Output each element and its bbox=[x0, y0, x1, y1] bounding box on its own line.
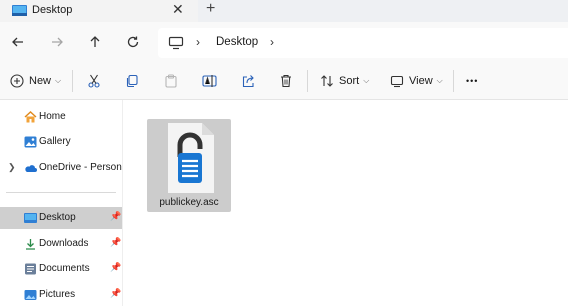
copy-button[interactable] bbox=[125, 71, 139, 91]
title-bar: Desktop ✕ + bbox=[0, 0, 568, 22]
forward-button[interactable] bbox=[47, 32, 67, 52]
home-icon bbox=[24, 111, 37, 123]
new-tab-button[interactable]: + bbox=[206, 0, 215, 18]
sidebar-item-label: Gallery bbox=[39, 136, 71, 147]
arrow-right-icon bbox=[52, 37, 63, 47]
file-view: publickey.asc bbox=[123, 100, 568, 306]
sort-label: Sort bbox=[339, 75, 360, 87]
desktop-folder-icon bbox=[12, 5, 27, 16]
chevron-right-icon[interactable]: › bbox=[196, 35, 200, 49]
file-name: publickey.asc bbox=[159, 197, 219, 208]
divider bbox=[307, 70, 308, 92]
pin-icon[interactable]: 📌 bbox=[110, 211, 121, 222]
navigation-pane: Home Gallery ❯ OneDrive - Persona Deskto… bbox=[0, 100, 123, 306]
scissors-icon bbox=[88, 74, 100, 88]
navigation-bar: › Desktop › bbox=[0, 22, 568, 62]
desktop-folder-icon bbox=[24, 213, 37, 223]
sidebar-item-onedrive[interactable]: ❯ OneDrive - Persona bbox=[0, 157, 122, 179]
paste-icon bbox=[165, 74, 177, 88]
arrow-up-icon bbox=[90, 36, 100, 47]
back-button[interactable] bbox=[8, 32, 28, 52]
command-bar: New ⌵ Sort ⌵ View ⌵ ••• bbox=[0, 62, 568, 100]
sort-button[interactable]: Sort ⌵ bbox=[320, 71, 369, 91]
pictures-icon bbox=[24, 290, 37, 300]
new-button[interactable]: New ⌵ bbox=[10, 71, 61, 91]
sidebar-divider bbox=[6, 192, 116, 193]
onedrive-icon bbox=[25, 165, 37, 172]
cut-button[interactable] bbox=[87, 71, 101, 91]
locked-document-icon bbox=[168, 123, 214, 193]
sidebar-item-pictures[interactable]: Pictures 📌 bbox=[0, 284, 122, 306]
sidebar-item-label: Documents bbox=[39, 263, 90, 274]
gallery-icon bbox=[24, 136, 37, 148]
pin-icon[interactable]: 📌 bbox=[110, 237, 121, 248]
view-label: View bbox=[409, 75, 433, 87]
arrow-left-icon bbox=[12, 37, 23, 47]
sidebar-item-gallery[interactable]: Gallery bbox=[0, 131, 122, 153]
rename-icon bbox=[202, 75, 217, 87]
sidebar-item-label: Desktop bbox=[39, 212, 76, 223]
divider bbox=[72, 70, 73, 92]
view-icon bbox=[390, 75, 404, 88]
sidebar-item-home[interactable]: Home bbox=[0, 106, 122, 128]
plus-circle-icon bbox=[10, 74, 24, 88]
sidebar-item-desktop[interactable]: Desktop 📌 bbox=[0, 207, 122, 229]
chevron-down-icon: ⌵ bbox=[363, 76, 370, 85]
chevron-right-icon[interactable]: ❯ bbox=[8, 162, 16, 173]
tab-title: Desktop bbox=[32, 4, 73, 16]
chevron-down-icon: ⌵ bbox=[55, 76, 62, 85]
chevron-right-icon[interactable]: › bbox=[270, 35, 274, 49]
breadcrumb-desktop[interactable]: Desktop bbox=[216, 36, 258, 48]
sort-icon bbox=[321, 75, 333, 87]
divider bbox=[453, 70, 454, 92]
share-button[interactable] bbox=[241, 71, 255, 91]
tab-desktop[interactable]: Desktop ✕ bbox=[0, 0, 198, 22]
share-icon bbox=[242, 75, 254, 88]
sidebar-item-label: Home bbox=[39, 111, 66, 122]
download-icon bbox=[26, 239, 35, 250]
computer-icon bbox=[168, 36, 184, 50]
pin-icon[interactable]: 📌 bbox=[110, 262, 121, 273]
sidebar-item-label: Downloads bbox=[39, 238, 89, 249]
more-icon: ••• bbox=[466, 76, 479, 86]
close-tab-button[interactable]: ✕ bbox=[172, 1, 184, 18]
sidebar-item-downloads[interactable]: Downloads 📌 bbox=[0, 233, 122, 255]
address-bar[interactable]: › Desktop › bbox=[158, 28, 568, 58]
sidebar-item-label: OneDrive - Persona bbox=[39, 162, 122, 173]
delete-button[interactable] bbox=[279, 71, 293, 91]
chevron-down-icon: ⌵ bbox=[436, 76, 443, 85]
paste-button[interactable] bbox=[164, 71, 178, 91]
up-button[interactable] bbox=[85, 32, 105, 52]
copy-icon bbox=[126, 74, 138, 88]
rename-button[interactable] bbox=[202, 71, 217, 91]
sidebar-item-label: Pictures bbox=[39, 289, 76, 300]
refresh-button[interactable] bbox=[123, 32, 143, 52]
file-item[interactable]: publickey.asc bbox=[147, 119, 231, 212]
view-button[interactable]: View ⌵ bbox=[390, 71, 443, 91]
more-options-button[interactable]: ••• bbox=[466, 71, 478, 91]
documents-icon bbox=[25, 263, 36, 275]
new-label: New bbox=[29, 75, 52, 87]
pin-icon[interactable]: 📌 bbox=[110, 288, 121, 299]
sidebar-item-documents[interactable]: Documents 📌 bbox=[0, 258, 122, 280]
refresh-icon bbox=[127, 36, 139, 48]
trash-icon bbox=[281, 74, 291, 88]
